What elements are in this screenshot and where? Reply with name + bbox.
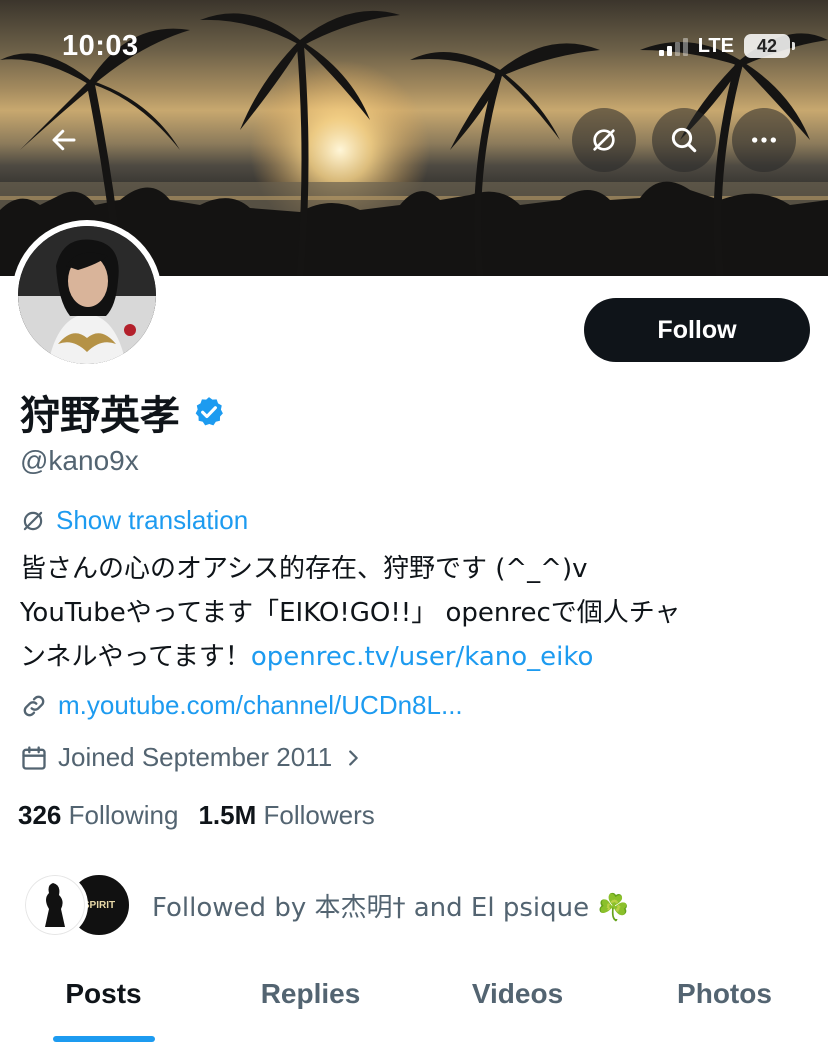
followed-by-row[interactable]: SPIRIT Followed by 本杰明† and El psique ☘️ xyxy=(22,872,630,938)
active-tab-indicator xyxy=(52,1036,155,1042)
tab-label: Videos xyxy=(471,978,564,1009)
battery-icon: 42 xyxy=(744,34,795,58)
follow-stats: 326 Following 1.5M Followers xyxy=(18,800,375,831)
more-horizontal-icon xyxy=(752,137,776,143)
bio-text: ンネルやってます！ xyxy=(20,642,251,672)
joined-row[interactable]: Joined September 2011 xyxy=(20,742,364,773)
user-handle: @kano9x xyxy=(20,445,139,476)
profile-bio: 皆さんの心のオアシス的存在、狩野です (^_^)v YouTubeやってます「E… xyxy=(20,547,800,679)
tab-label: Replies xyxy=(260,978,361,1009)
arrow-left-icon xyxy=(52,129,76,151)
avatar-image xyxy=(18,226,156,364)
bio-line: 皆さんの心のオアシス的存在、狩野です (^_^)v xyxy=(20,554,588,584)
avatar-portrait xyxy=(18,226,156,364)
signal-icon xyxy=(658,36,688,56)
name-row: 狩野英孝 xyxy=(20,383,226,441)
profile-avatar[interactable] xyxy=(12,220,162,370)
following-label: Following xyxy=(68,800,179,830)
link-icon xyxy=(23,695,45,716)
verified-badge-icon[interactable] xyxy=(192,395,226,429)
tab-label: Photos xyxy=(677,978,772,1009)
joined-date: Joined September 2011 xyxy=(58,742,333,772)
followed-by-avatars: SPIRIT xyxy=(22,872,134,938)
more-button[interactable] xyxy=(732,108,796,172)
website-link[interactable]: m.youtube.com/channel/UCDn8L... xyxy=(58,690,463,721)
followers-label: Followers xyxy=(263,800,375,830)
status-indicators: LTE 42 xyxy=(658,34,795,58)
network-label: LTE xyxy=(697,34,734,57)
follower-avatar-image xyxy=(45,883,65,927)
chevron-right-icon xyxy=(349,749,358,766)
follow-button[interactable]: Follow xyxy=(584,298,810,362)
tab-label: Posts xyxy=(65,978,142,1009)
bio-line: YouTubeやってます「EIKO!GO!!」 openrecで個人チャ xyxy=(20,598,681,628)
calendar-icon xyxy=(22,745,46,770)
translate-icon xyxy=(23,511,43,530)
following-stat[interactable]: 326 Following xyxy=(18,800,178,831)
followers-stat[interactable]: 1.5M Followers xyxy=(198,800,374,831)
display-name: 狩野英孝 xyxy=(20,393,180,439)
followers-count: 1.5M xyxy=(198,800,257,830)
search-button[interactable] xyxy=(652,108,716,172)
back-button[interactable] xyxy=(32,108,96,172)
profile-tabs: Posts Replies Videos Photos xyxy=(0,960,828,1043)
translate-button[interactable] xyxy=(572,108,636,172)
search-icon xyxy=(671,127,697,153)
website-row: m.youtube.com/channel/UCDn8L... xyxy=(20,690,463,721)
bio-link[interactable]: openrec.tv/user/kano_eiko xyxy=(251,642,594,672)
bio-line: ンネルやってます！openrec.tv/user/kano_eiko xyxy=(20,635,800,679)
tab-photos[interactable]: Photos xyxy=(621,960,828,1043)
show-translation-link[interactable]: Show translation xyxy=(20,505,248,536)
status-time: 10:03 xyxy=(62,30,139,62)
tab-videos[interactable]: Videos xyxy=(414,960,621,1043)
followed-by-text: Followed by 本杰明† and El psique ☘️ xyxy=(152,892,630,923)
battery-level: 42 xyxy=(756,35,778,56)
follower-avatar xyxy=(22,872,88,938)
show-translation-label: Show translation xyxy=(56,505,249,535)
following-count: 326 xyxy=(18,800,62,830)
tab-posts[interactable]: Posts xyxy=(0,960,207,1043)
tab-replies[interactable]: Replies xyxy=(207,960,414,1043)
translate-icon xyxy=(593,129,615,151)
